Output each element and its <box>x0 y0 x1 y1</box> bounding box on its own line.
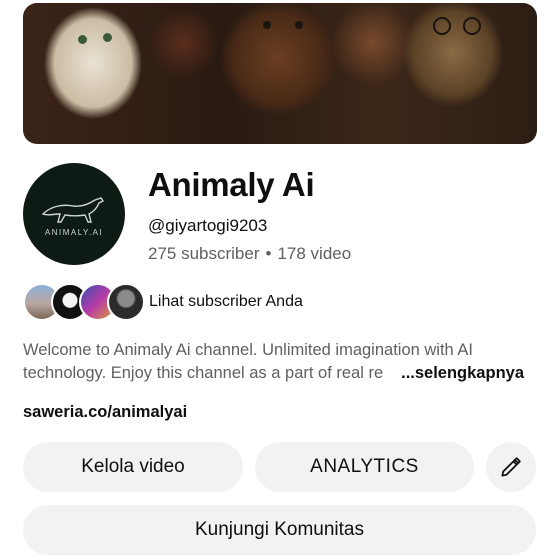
visit-community-button[interactable]: Kunjungi Komunitas <box>23 505 536 555</box>
description-line: technology. Enjoy this channel as a part… <box>23 364 384 382</box>
view-subscribers-row[interactable]: Lihat subscriber Anda <box>23 283 543 321</box>
channel-stats: 275 subscriber • 178 video <box>148 244 351 264</box>
edit-channel-button[interactable] <box>486 442 536 492</box>
read-more-link[interactable]: ...selengkapnya <box>397 362 524 385</box>
video-count: 178 video <box>277 244 352 263</box>
channel-banner <box>23 3 537 144</box>
stats-separator: • <box>265 244 272 263</box>
manage-videos-button[interactable]: Kelola video <box>23 442 243 492</box>
avatar-wordmark: ANIMALY.AI <box>44 227 104 237</box>
channel-handle: @giyartogi9203 <box>148 216 268 235</box>
description-line: Welcome to Animaly Ai channel. Unlimited… <box>23 341 473 359</box>
channel-name: Animaly Ai <box>148 166 315 203</box>
subscriber-avatar <box>107 283 145 321</box>
channel-link[interactable]: saweria.co/animalyai <box>23 403 187 422</box>
view-subscribers-label: Lihat subscriber Anda <box>149 293 303 310</box>
channel-avatar[interactable]: ANIMALY.AI <box>23 163 125 265</box>
description-line-truncated: technology. Enjoy this channel as a part… <box>23 362 538 385</box>
subscriber-count: 275 subscriber <box>148 244 260 263</box>
pencil-icon <box>501 457 521 477</box>
leopard-logo-icon <box>41 196 105 223</box>
analytics-button[interactable]: ANALYTICS <box>255 442 474 492</box>
channel-description[interactable]: Welcome to Animaly Ai channel. Unlimited… <box>23 339 538 385</box>
